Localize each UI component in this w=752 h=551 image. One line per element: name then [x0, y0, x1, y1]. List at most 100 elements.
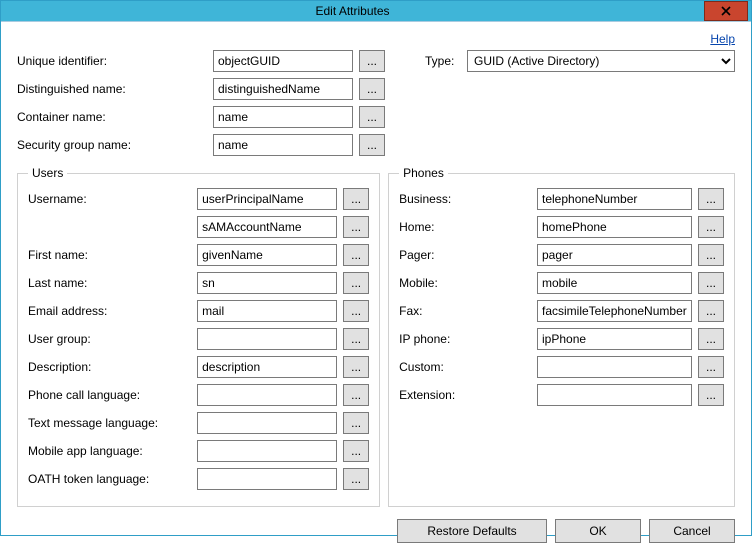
window-title: Edit Attributes — [1, 4, 704, 18]
users-row-input[interactable] — [197, 328, 337, 350]
phones-row-browse-button[interactable]: ... — [698, 272, 724, 294]
users-row-label: First name: — [28, 248, 191, 262]
users-row: Last name:... — [28, 272, 369, 294]
users-row-input[interactable] — [197, 356, 337, 378]
phones-row-input[interactable] — [537, 188, 692, 210]
users-row-input[interactable] — [197, 272, 337, 294]
phones-row-browse-button[interactable]: ... — [698, 356, 724, 378]
users-row-browse-button[interactable]: ... — [343, 412, 369, 434]
phones-row-browse-button[interactable]: ... — [698, 188, 724, 210]
uid-label: Unique identifier: — [17, 54, 207, 68]
help-link[interactable]: Help — [710, 32, 735, 46]
phones-row-input[interactable] — [537, 244, 692, 266]
dn-label: Distinguished name: — [17, 82, 207, 96]
users-row-browse-button[interactable]: ... — [343, 356, 369, 378]
phones-row-browse-button[interactable]: ... — [698, 244, 724, 266]
users-row: Phone call language:... — [28, 384, 369, 406]
phones-row: Pager:... — [399, 244, 724, 266]
close-button[interactable] — [704, 1, 748, 21]
users-legend: Users — [28, 166, 67, 180]
users-group: Users Username:......First name:...Last … — [17, 166, 380, 507]
users-row-input[interactable] — [197, 216, 337, 238]
users-row-label: Mobile app language: — [28, 444, 191, 458]
dialog-content: Help Unique identifier: ... Type: GUID (… — [1, 22, 751, 551]
type-select[interactable]: GUID (Active Directory) — [467, 50, 735, 72]
users-row-browse-button[interactable]: ... — [343, 272, 369, 294]
phones-row-label: Mobile: — [399, 276, 531, 290]
restore-defaults-button[interactable]: Restore Defaults — [397, 519, 547, 543]
users-row: Email address:... — [28, 300, 369, 322]
phones-row: Mobile:... — [399, 272, 724, 294]
cancel-button[interactable]: Cancel — [649, 519, 735, 543]
users-row-browse-button[interactable]: ... — [343, 244, 369, 266]
users-row-browse-button[interactable]: ... — [343, 188, 369, 210]
cn-label: Container name: — [17, 110, 207, 124]
uid-input[interactable] — [213, 50, 353, 72]
phones-row-label: Pager: — [399, 248, 531, 262]
users-row-label: Description: — [28, 360, 191, 374]
users-row-label: Username: — [28, 192, 191, 206]
phones-row-input[interactable] — [537, 272, 692, 294]
phones-row-label: Custom: — [399, 360, 531, 374]
cn-browse-button[interactable]: ... — [359, 106, 385, 128]
users-row: Text message language:... — [28, 412, 369, 434]
sg-browse-button[interactable]: ... — [359, 134, 385, 156]
dn-input[interactable] — [213, 78, 353, 100]
groups-row: Users Username:......First name:...Last … — [17, 166, 735, 507]
phones-row-label: Business: — [399, 192, 531, 206]
users-row-label: Text message language: — [28, 416, 191, 430]
close-icon — [721, 6, 731, 16]
phones-legend: Phones — [399, 166, 448, 180]
users-row-input[interactable] — [197, 412, 337, 434]
users-row-input[interactable] — [197, 300, 337, 322]
users-row: Description:... — [28, 356, 369, 378]
dialog-window: Edit Attributes Help Unique identifier: … — [0, 0, 752, 536]
cn-input[interactable] — [213, 106, 353, 128]
users-row-browse-button[interactable]: ... — [343, 440, 369, 462]
phones-row: Fax:... — [399, 300, 724, 322]
users-row-browse-button[interactable]: ... — [343, 216, 369, 238]
uid-browse-button[interactable]: ... — [359, 50, 385, 72]
phones-row: Home:... — [399, 216, 724, 238]
phones-row-input[interactable] — [537, 384, 692, 406]
users-row-input[interactable] — [197, 384, 337, 406]
users-row-input[interactable] — [197, 440, 337, 462]
users-row-browse-button[interactable]: ... — [343, 384, 369, 406]
phones-row-browse-button[interactable]: ... — [698, 216, 724, 238]
phones-row-label: Fax: — [399, 304, 531, 318]
phones-row-input[interactable] — [537, 300, 692, 322]
dialog-buttons: Restore Defaults OK Cancel — [17, 507, 735, 543]
phones-row-input[interactable] — [537, 356, 692, 378]
users-row-label: Email address: — [28, 304, 191, 318]
users-row-label: OATH token language: — [28, 472, 191, 486]
users-row-browse-button[interactable]: ... — [343, 328, 369, 350]
users-row: User group:... — [28, 328, 369, 350]
users-row-browse-button[interactable]: ... — [343, 468, 369, 490]
help-bar: Help — [17, 32, 735, 48]
top-fields: Unique identifier: ... Type: GUID (Activ… — [17, 50, 735, 156]
users-row-input[interactable] — [197, 468, 337, 490]
phones-row-browse-button[interactable]: ... — [698, 384, 724, 406]
phones-row: Business:... — [399, 188, 724, 210]
phones-row-browse-button[interactable]: ... — [698, 328, 724, 350]
type-label: Type: — [391, 54, 461, 68]
users-row-label: Phone call language: — [28, 388, 191, 402]
phones-row-input[interactable] — [537, 328, 692, 350]
phones-group: Phones Business:...Home:...Pager:...Mobi… — [388, 166, 735, 507]
dn-browse-button[interactable]: ... — [359, 78, 385, 100]
users-row-input[interactable] — [197, 188, 337, 210]
sg-input[interactable] — [213, 134, 353, 156]
users-row-label: Last name: — [28, 276, 191, 290]
users-row-input[interactable] — [197, 244, 337, 266]
phones-row-browse-button[interactable]: ... — [698, 300, 724, 322]
users-row: OATH token language:... — [28, 468, 369, 490]
sg-label: Security group name: — [17, 138, 207, 152]
phones-row-label: IP phone: — [399, 332, 531, 346]
users-row-browse-button[interactable]: ... — [343, 300, 369, 322]
users-row: First name:... — [28, 244, 369, 266]
ok-button[interactable]: OK — [555, 519, 641, 543]
phones-row: IP phone:... — [399, 328, 724, 350]
phones-row-input[interactable] — [537, 216, 692, 238]
users-row: Mobile app language:... — [28, 440, 369, 462]
users-row: ... — [28, 216, 369, 238]
